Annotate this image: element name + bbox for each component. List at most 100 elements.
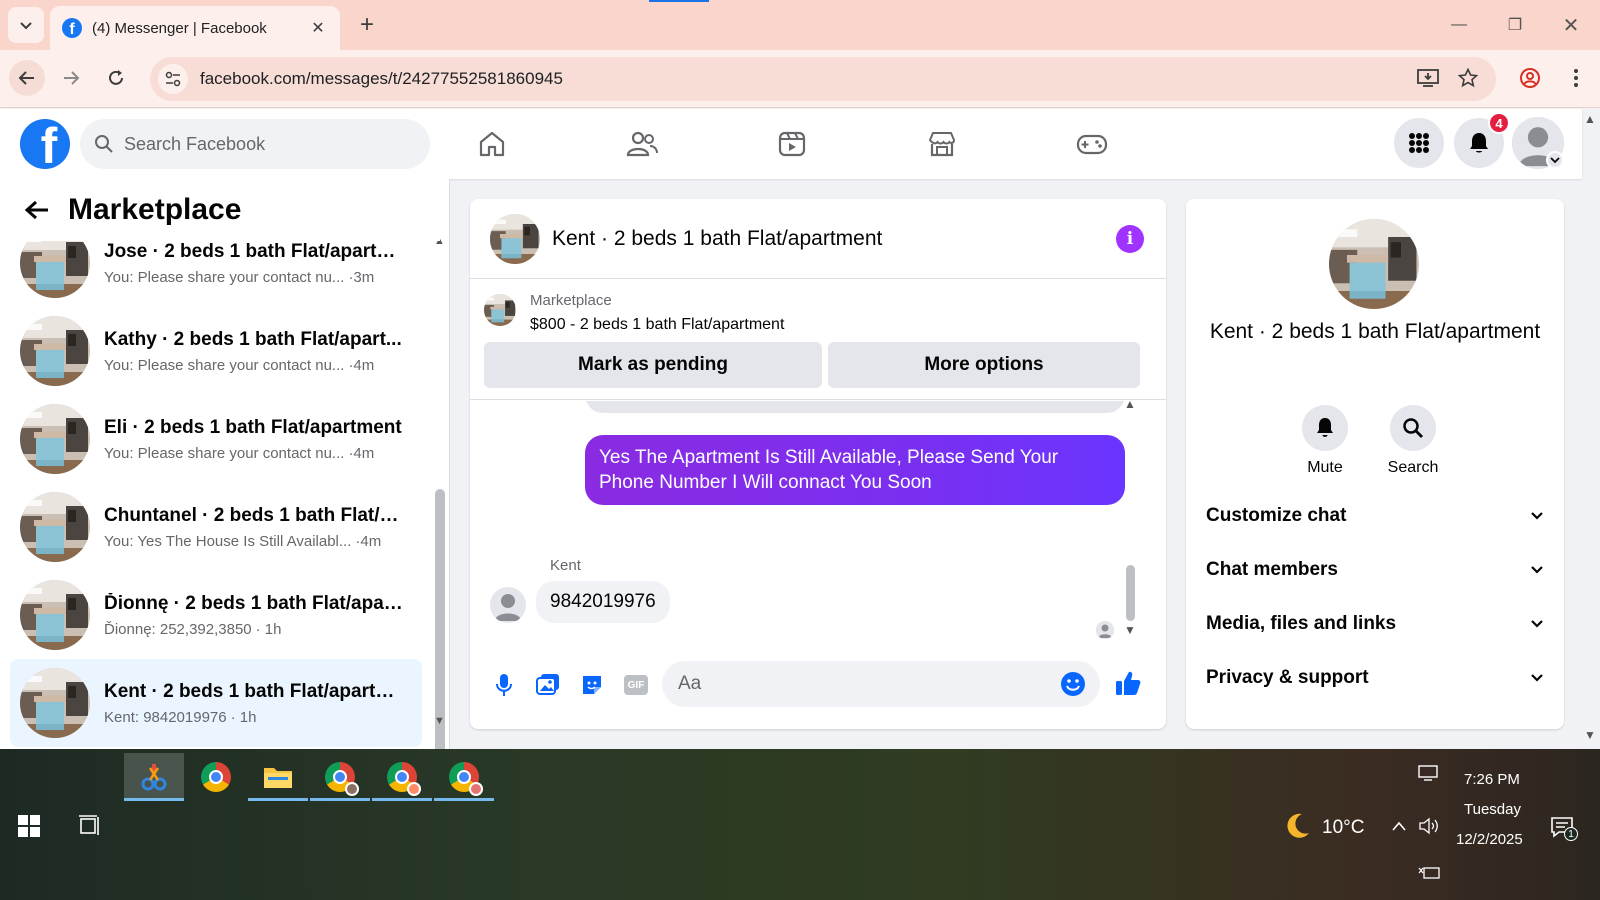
conversation-item-chuntanel[interactable]: Chuntanel · 2 beds 1 bath Flat/a... You:… — [10, 483, 422, 571]
facebook-search-input[interactable]: Search Facebook — [80, 119, 430, 169]
seen-receipt-avatar — [1096, 621, 1114, 639]
taskbar-app-chrome-profile-1[interactable] — [310, 753, 370, 801]
page-scroll-up-arrow[interactable]: ▲ — [1584, 112, 1596, 126]
tab-search-button[interactable] — [8, 7, 44, 43]
chat-scrollbar-thumb[interactable] — [1126, 565, 1135, 621]
clock-date[interactable]: 12/2/2025 — [1456, 831, 1523, 848]
contact-avatar[interactable] — [1329, 219, 1419, 309]
facebook-favicon-icon: f — [62, 18, 82, 38]
network-display-icon[interactable] — [1418, 765, 1438, 785]
menu-grid-button[interactable] — [1394, 118, 1444, 168]
listing-price-title[interactable]: $800 - 2 beds 1 bath Flat/apartment — [530, 316, 784, 334]
conversation-name: Kathy · 2 beds 1 bath Flat/apart... — [104, 328, 402, 350]
chat-scroll-down-arrow[interactable]: ▼ — [1124, 623, 1136, 637]
incoming-message[interactable]: 9842019976 — [536, 581, 670, 623]
site-settings-icon[interactable] — [158, 64, 188, 94]
listing-thumbnail — [20, 668, 90, 738]
taskbar-app-chrome-profile-2[interactable] — [372, 753, 432, 801]
conversation-list-scrollbar[interactable]: ▲ ▼ — [432, 235, 448, 749]
taskbar-app-chrome-profile-3[interactable] — [434, 753, 494, 801]
privacy-support-section[interactable]: Privacy & support — [1206, 658, 1544, 698]
restore-button[interactable]: ❐ — [1492, 8, 1538, 42]
sticker-icon[interactable] — [574, 667, 610, 703]
chat-members-section[interactable]: Chat members — [1206, 550, 1544, 590]
conversation-item-kathy[interactable]: Kathy · 2 beds 1 bath Flat/apart... You:… — [10, 307, 422, 395]
task-view-icon[interactable] — [78, 815, 102, 842]
search-in-conversation-button[interactable]: Search — [1378, 405, 1448, 477]
thumbs-up-icon[interactable] — [1110, 665, 1146, 701]
mute-button[interactable]: Mute — [1290, 405, 1360, 477]
account-chevron-icon[interactable] — [1546, 151, 1564, 169]
show-hidden-icons-chevron-icon[interactable] — [1391, 819, 1407, 837]
profile-icon[interactable] — [1512, 60, 1548, 96]
message-input[interactable]: Aa — [662, 661, 1100, 707]
media-files-links-section[interactable]: Media, files and links — [1206, 604, 1544, 644]
marketplace-icon[interactable] — [922, 127, 962, 161]
outgoing-message[interactable]: Yes The Apartment Is Still Available, Pl… — [585, 435, 1125, 505]
microphone-icon[interactable] — [486, 667, 522, 703]
back-arrow-icon[interactable] — [24, 199, 50, 221]
marketplace-header: Marketplace — [0, 179, 440, 241]
sender-avatar[interactable] — [490, 587, 526, 623]
chrome-icon — [201, 762, 231, 792]
customize-chat-section[interactable]: Customize chat — [1206, 496, 1544, 536]
minimize-button[interactable]: — — [1436, 8, 1482, 42]
video-icon[interactable] — [772, 127, 812, 161]
new-tab-button[interactable]: + — [352, 10, 382, 40]
notifications-button[interactable]: 4 — [1454, 112, 1510, 168]
photo-attach-icon[interactable] — [530, 667, 566, 703]
volume-icon[interactable] — [1418, 817, 1440, 839]
chat-avatar[interactable] — [490, 214, 540, 264]
conversation-name: Ďionnę · 2 beds 1 bath Flat/apar... — [104, 592, 404, 614]
facebook-logo-icon[interactable]: f — [20, 119, 70, 169]
conversation-name: Eli · 2 beds 1 bath Flat/apartment — [104, 416, 402, 438]
bookmark-star-icon[interactable] — [1450, 60, 1486, 96]
home-icon[interactable] — [472, 127, 512, 161]
listing-thumbnail — [20, 404, 90, 474]
listing-thumbnail — [20, 580, 90, 650]
gaming-icon[interactable] — [1072, 127, 1112, 161]
taskbar-app-chrome[interactable] — [186, 753, 246, 801]
mark-as-pending-button[interactable]: Mark as pending — [484, 342, 822, 388]
message-composer: GIF Aa — [470, 655, 1166, 715]
bell-icon — [1470, 133, 1488, 153]
tab-close-icon[interactable]: ✕ — [308, 18, 328, 38]
reload-button[interactable] — [98, 60, 134, 96]
taskbar-app-file-explorer[interactable] — [248, 753, 308, 801]
back-button[interactable] — [9, 60, 45, 96]
windows-start-icon[interactable] — [18, 815, 40, 842]
listing-mini-thumbnail[interactable] — [484, 294, 516, 326]
forward-button[interactable] — [53, 60, 89, 96]
install-app-icon[interactable] — [1410, 60, 1446, 96]
action-center-icon[interactable]: 1 — [1550, 815, 1578, 846]
conversation-item-kent[interactable]: Kent · 2 beds 1 bath Flat/apartm... Kent… — [10, 659, 422, 747]
clock-time[interactable]: 7:26 PM — [1464, 771, 1520, 788]
chat-title[interactable]: Kent · 2 beds 1 bath Flat/apartment — [552, 227, 1116, 251]
weather-moon-icon[interactable] — [1282, 811, 1312, 845]
scroll-down-arrow[interactable]: ▼ — [434, 715, 445, 727]
friends-icon[interactable] — [622, 127, 662, 161]
close-window-button[interactable]: ✕ — [1548, 8, 1594, 42]
browser-menu-icon[interactable] — [1558, 60, 1594, 96]
url-text[interactable]: facebook.com/messages/t/2427755258186094… — [200, 69, 563, 89]
chat-scrollbar[interactable]: ▲ ▼ — [1120, 397, 1140, 641]
info-icon[interactable]: i — [1116, 224, 1144, 253]
more-options-button[interactable]: More options — [828, 342, 1140, 388]
snipping-tool-icon — [141, 764, 167, 791]
browser-tab-messenger[interactable]: f (4) Messenger | Facebook ✕ — [50, 6, 340, 50]
taskbar-app-snipping[interactable] — [124, 753, 184, 801]
emoji-icon[interactable] — [1060, 671, 1086, 697]
clock-day[interactable]: Tuesday — [1464, 801, 1521, 818]
weather-temperature[interactable]: 10°C — [1322, 817, 1364, 839]
address-bar[interactable]: facebook.com/messages/t/2427755258186094… — [150, 57, 1496, 101]
chat-scroll-up-arrow[interactable]: ▲ — [1124, 397, 1136, 411]
scrollbar-thumb[interactable] — [435, 489, 445, 749]
conversation-item-dionne[interactable]: Ďionnę · 2 beds 1 bath Flat/apar... Ďion… — [10, 571, 422, 659]
keyboard-input-icon[interactable] — [1418, 866, 1440, 884]
pane-title: Marketplace — [68, 193, 242, 226]
tab-strip-indicator — [649, 0, 709, 2]
gif-icon[interactable]: GIF — [618, 667, 654, 703]
conversation-item-eli[interactable]: Eli · 2 beds 1 bath Flat/apartment You: … — [10, 395, 422, 483]
chat-panel: Kent · 2 beds 1 bath Flat/apartment i Ma… — [470, 199, 1166, 729]
page-scroll-down-arrow[interactable]: ▼ — [1584, 728, 1596, 742]
